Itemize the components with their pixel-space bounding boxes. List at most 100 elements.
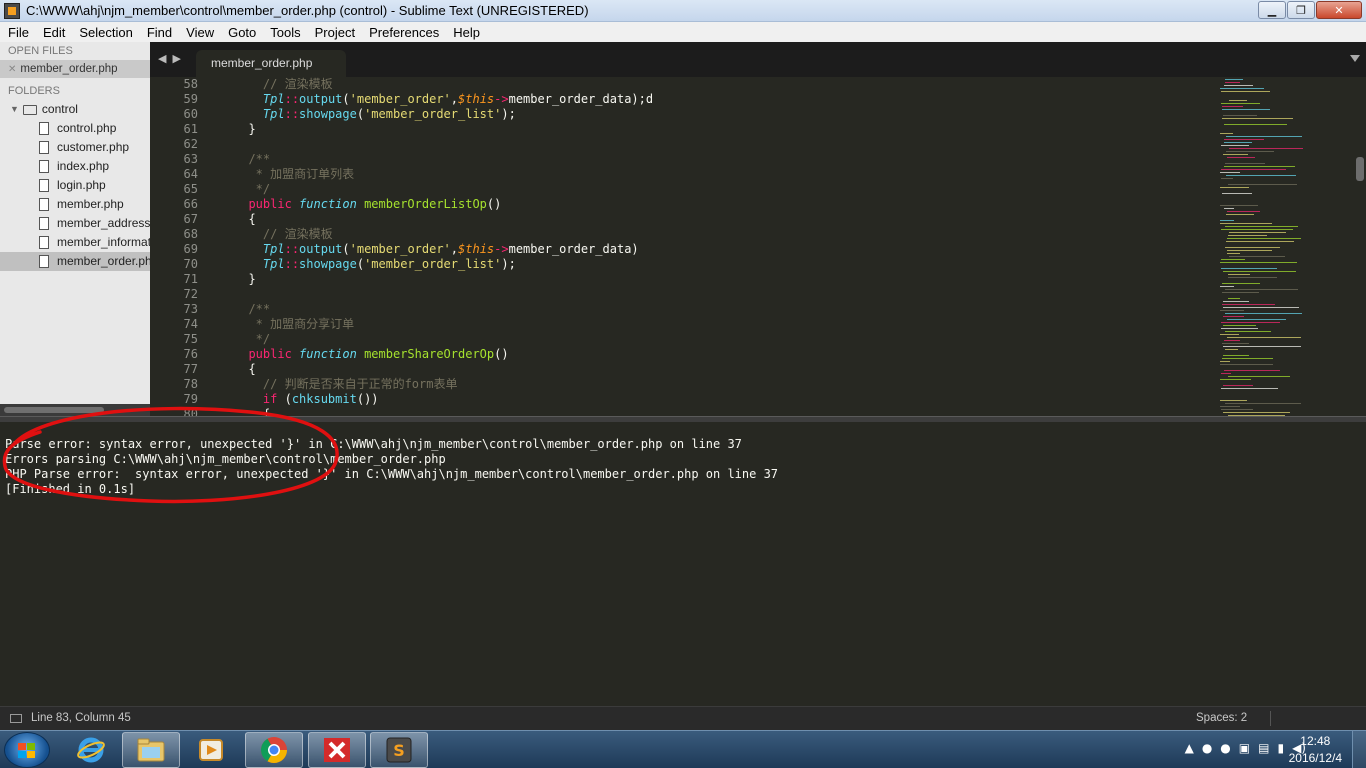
minimap-line [1221, 322, 1280, 323]
minimap-line [1220, 223, 1272, 224]
code-line[interactable]: if (chksubmit()) [234, 392, 1234, 407]
minimap-line [1223, 301, 1249, 302]
minimap[interactable] [1216, 77, 1350, 416]
file-item-control[interactable]: control.php [0, 119, 150, 138]
code-line[interactable]: /** [234, 152, 1234, 167]
minimap-line [1227, 211, 1260, 212]
minimap-line [1221, 328, 1258, 329]
show-desktop-button[interactable] [1352, 731, 1366, 768]
panel-toggle-icon[interactable] [10, 714, 22, 723]
sublime-app-icon[interactable] [4, 3, 20, 19]
taskbar-ie[interactable] [62, 732, 120, 768]
minimap-line [1225, 403, 1301, 404]
file-item-index[interactable]: index.php [0, 157, 150, 176]
line-number: 66 [183, 197, 198, 211]
code-token: ); [501, 257, 516, 271]
code-line[interactable]: // 渲染模板 [234, 77, 1234, 92]
code-editor[interactable]: 58 59 60 61 62 63 64 65 66 67 68 69 70 71 72 73 74 75 76 77… [150, 77, 1366, 416]
code-line[interactable]: } [234, 122, 1234, 137]
code-token: member_order_data) [508, 242, 639, 256]
code-line[interactable] [234, 287, 1234, 302]
qq-icon[interactable]: ● [1202, 741, 1212, 755]
code-line[interactable]: Tpl::showpage('member_order_list'); [234, 107, 1234, 122]
code-line[interactable]: Tpl::output('member_order',$this->member… [234, 242, 1234, 257]
menu-help[interactable]: Help [445, 25, 486, 40]
code-line[interactable]: public function memberShareOrderOp() [234, 347, 1234, 362]
code-token: -> [494, 92, 509, 106]
code-line[interactable]: */ [234, 332, 1234, 347]
tab-nav-arrows-icon[interactable]: ◀▶ [158, 52, 187, 65]
file-item-member-information[interactable]: member_information.php [0, 233, 150, 252]
menu-find[interactable]: Find [139, 25, 178, 40]
clock[interactable]: 12:48 2016/12/4 [1289, 733, 1342, 767]
code-line[interactable]: { [234, 362, 1234, 377]
code-line[interactable]: public function memberOrderListOp() [234, 197, 1234, 212]
minimap-line [1225, 247, 1280, 248]
indentation-setting[interactable]: Spaces: 2 [1196, 712, 1247, 724]
file-icon [39, 236, 49, 249]
taskbar-chrome[interactable] [245, 732, 303, 768]
menu-file[interactable]: File [0, 25, 35, 40]
file-item-customer[interactable]: customer.php [0, 138, 150, 157]
code-area[interactable]: // 渲染模板 Tpl::output('member_order',$this… [234, 77, 1234, 416]
output-line: Parse error: syntax error, unexpected '}… [5, 437, 742, 451]
code-line[interactable]: * 加盟商订单列表 [234, 167, 1234, 182]
minimap-line [1224, 124, 1287, 125]
maximize-button[interactable]: ❐ [1287, 1, 1315, 19]
folder-control[interactable]: ▼ control [0, 100, 150, 119]
file-explorer-icon [137, 738, 165, 762]
code-line[interactable]: * 加盟商分享订单 [234, 317, 1234, 332]
expand-triangle-icon[interactable]: ▼ [10, 100, 19, 119]
menu-goto[interactable]: Goto [220, 25, 262, 40]
line-number: 69 [183, 242, 198, 256]
sidebar-scroll-thumb[interactable] [4, 407, 104, 413]
menu-project[interactable]: Project [307, 25, 361, 40]
code-line[interactable]: { [234, 407, 1234, 416]
minimize-button[interactable]: ▁ [1258, 1, 1286, 19]
qq-icon[interactable]: ● [1220, 741, 1230, 755]
code-line[interactable]: */ [234, 182, 1234, 197]
taskbar-sublime[interactable]: S [370, 732, 428, 768]
signal-icon[interactable]: ▮ [1277, 741, 1284, 755]
start-button[interactable] [4, 732, 50, 768]
minimap-line [1225, 313, 1302, 314]
code-line[interactable]: Tpl::output('member_order',$this->member… [234, 92, 1234, 107]
open-file-item[interactable]: ✕ member_order.php [0, 60, 150, 78]
file-item-member[interactable]: member.php [0, 195, 150, 214]
file-item-login[interactable]: login.php [0, 176, 150, 195]
code-token: */ [234, 182, 271, 196]
code-line[interactable] [234, 137, 1234, 152]
minimap-line [1228, 235, 1267, 236]
code-line[interactable]: Tpl::showpage('member_order_list'); [234, 257, 1234, 272]
tab-dropdown-icon[interactable] [1350, 55, 1360, 62]
code-line[interactable]: } [234, 272, 1234, 287]
editor-scroll-thumb[interactable] [1356, 157, 1364, 181]
menu-selection[interactable]: Selection [71, 25, 138, 40]
taskbar-file-explorer[interactable] [122, 732, 180, 768]
show-hidden-icons-icon[interactable]: ▲ [1185, 741, 1194, 755]
menu-tools[interactable]: Tools [262, 25, 306, 40]
close-file-icon[interactable]: ✕ [8, 64, 16, 75]
minimap-line [1220, 286, 1234, 287]
minimap-line [1227, 319, 1286, 320]
taskbar-media-player[interactable] [182, 732, 240, 768]
code-line[interactable]: /** [234, 302, 1234, 317]
close-button[interactable]: ✕ [1316, 1, 1362, 19]
taskbar-xmind[interactable] [308, 732, 366, 768]
menu-preferences[interactable]: Preferences [361, 25, 445, 40]
code-token: if [262, 392, 278, 406]
menu-view[interactable]: View [178, 25, 220, 40]
network-error-icon[interactable]: ▣ [1239, 741, 1250, 755]
tab-member-order[interactable]: member_order.php [196, 50, 346, 77]
minimap-line [1220, 400, 1247, 401]
minimap-line [1222, 118, 1293, 119]
code-line[interactable]: { [234, 212, 1234, 227]
code-line[interactable]: // 渲染模板 [234, 227, 1234, 242]
device-icon[interactable]: ▤ [1258, 741, 1269, 755]
code-line[interactable]: // 判断是否来自于正常的form表单 [234, 377, 1234, 392]
file-icon [39, 217, 49, 230]
menu-edit[interactable]: Edit [35, 25, 71, 40]
file-item-member-order[interactable]: member_order.php [0, 252, 150, 271]
code-token: /** [234, 302, 271, 316]
file-item-member-address[interactable]: member_address.php [0, 214, 150, 233]
